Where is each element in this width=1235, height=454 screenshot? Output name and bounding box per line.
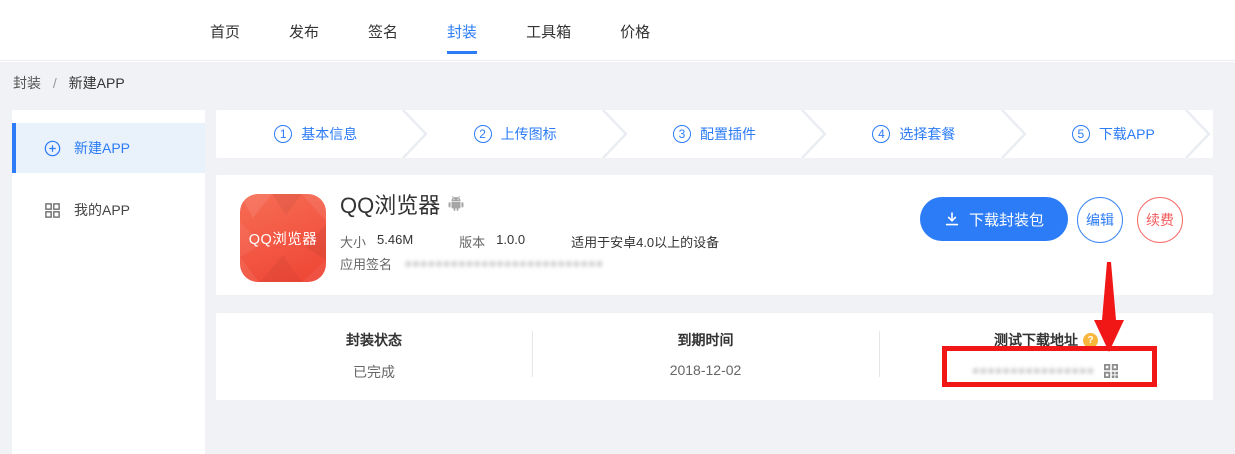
top-nav: 首页 发布 签名 封装 工具箱 价格 (210, 0, 650, 54)
step-number: 1 (274, 125, 292, 143)
test-url-label-row: 测试下载地址 ? (994, 330, 1098, 350)
breadcrumb-separator: / (53, 75, 57, 91)
step-label: 选择套餐 (899, 124, 955, 144)
test-url-column: 测试下载地址 ? ●●●●●●●●●●●●●●●● (879, 313, 1213, 400)
step-download-app[interactable]: 5 下载APP (1014, 110, 1213, 158)
nav-item-home[interactable]: 首页 (210, 21, 240, 54)
app-icon: QQ浏览器 (240, 194, 326, 282)
download-button-label: 下载封装包 (969, 209, 1044, 230)
step-upload-icon[interactable]: 2 上传图标 (415, 110, 614, 158)
breadcrumb-current: 新建APP (69, 75, 125, 91)
step-label: 下载APP (1099, 124, 1155, 144)
grid-icon (44, 202, 61, 219)
edit-button[interactable]: 编辑 (1077, 197, 1123, 243)
step-wizard: 1 基本信息 2 上传图标 3 配置插件 4 选择套餐 5 下载APP (216, 110, 1213, 158)
app-title: QQ浏览器 (340, 188, 440, 220)
nav-item-publish[interactable]: 发布 (289, 21, 319, 54)
sidebar-item-my-app[interactable]: 我的APP (12, 185, 205, 235)
status-card: 封装状态 已完成 到期时间 2018-12-02 测试下载地址 ? ●●●●●●… (216, 313, 1213, 400)
plus-circle-icon (44, 140, 61, 157)
version-value: 1.0.0 (496, 232, 525, 251)
sidebar-item-label: 新建APP (74, 138, 130, 158)
app-meta-row: 大小 5.46M 版本 1.0.0 适用于安卓4.0以上的设备 (340, 232, 719, 251)
renew-button[interactable]: 续费 (1137, 197, 1183, 243)
sidebar-item-label: 我的APP (74, 200, 130, 220)
step-number: 4 (872, 125, 890, 143)
step-select-plan[interactable]: 4 选择套餐 (814, 110, 1013, 158)
qr-code-icon[interactable] (1102, 362, 1120, 380)
breadcrumb-parent[interactable]: 封装 (13, 75, 41, 91)
test-url-redacted-link[interactable]: ●●●●●●●●●●●●●●●● (972, 365, 1094, 377)
nav-item-toolbox[interactable]: 工具箱 (526, 21, 571, 54)
package-state-column: 封装状态 已完成 (216, 313, 532, 400)
test-url-label: 测试下载地址 (994, 330, 1078, 350)
top-bar: 首页 发布 签名 封装 工具箱 价格 (0, 0, 1235, 61)
expire-time-label: 到期时间 (678, 330, 734, 350)
expire-time-column: 到期时间 2018-12-02 (532, 313, 879, 400)
package-state-value: 已完成 (216, 362, 532, 382)
app-icon-text: QQ浏览器 (240, 228, 326, 249)
step-label: 配置插件 (700, 124, 756, 144)
help-icon[interactable]: ? (1083, 333, 1098, 348)
nav-item-price[interactable]: 价格 (620, 21, 650, 54)
version-label: 版本 (459, 232, 485, 251)
signature-value-redacted: ●●●●●●●●●●●●●●●●●●●●●●●●●● (405, 258, 604, 270)
breadcrumb: 封装 / 新建APP (13, 73, 125, 93)
package-state-label: 封装状态 (346, 330, 402, 350)
expire-time-value: 2018-12-02 (532, 362, 879, 378)
app-version: 版本 1.0.0 (459, 232, 525, 251)
nav-item-package[interactable]: 封装 (447, 21, 477, 54)
sidebar-item-new-app[interactable]: 新建APP (12, 123, 205, 173)
step-configure-plugins[interactable]: 3 配置插件 (615, 110, 814, 158)
size-value: 5.46M (377, 232, 413, 251)
app-size: 大小 5.46M (340, 232, 413, 251)
nav-item-sign[interactable]: 签名 (368, 21, 398, 54)
signature-label: 应用签名 (340, 254, 392, 273)
app-compatibility: 适用于安卓4.0以上的设备 (571, 232, 719, 251)
chevron-separator-icon (1185, 110, 1211, 158)
step-number: 2 (474, 125, 492, 143)
download-package-button[interactable]: 下载封装包 (920, 197, 1068, 241)
size-label: 大小 (340, 232, 366, 251)
step-number: 3 (673, 125, 691, 143)
step-label: 上传图标 (501, 124, 557, 144)
android-icon (447, 195, 465, 213)
app-title-row: QQ浏览器 (340, 188, 465, 220)
step-number: 5 (1072, 125, 1090, 143)
step-label: 基本信息 (301, 124, 357, 144)
sidebar: 新建APP 我的APP (12, 110, 205, 454)
app-signature-row: 应用签名 ●●●●●●●●●●●●●●●●●●●●●●●●●● (340, 254, 604, 273)
download-icon (944, 211, 960, 227)
app-card: QQ浏览器 QQ浏览器 大小 5.46M 版本 1.0.0 适用于安卓4.0以上… (216, 175, 1213, 295)
step-basic-info[interactable]: 1 基本信息 (216, 110, 415, 158)
